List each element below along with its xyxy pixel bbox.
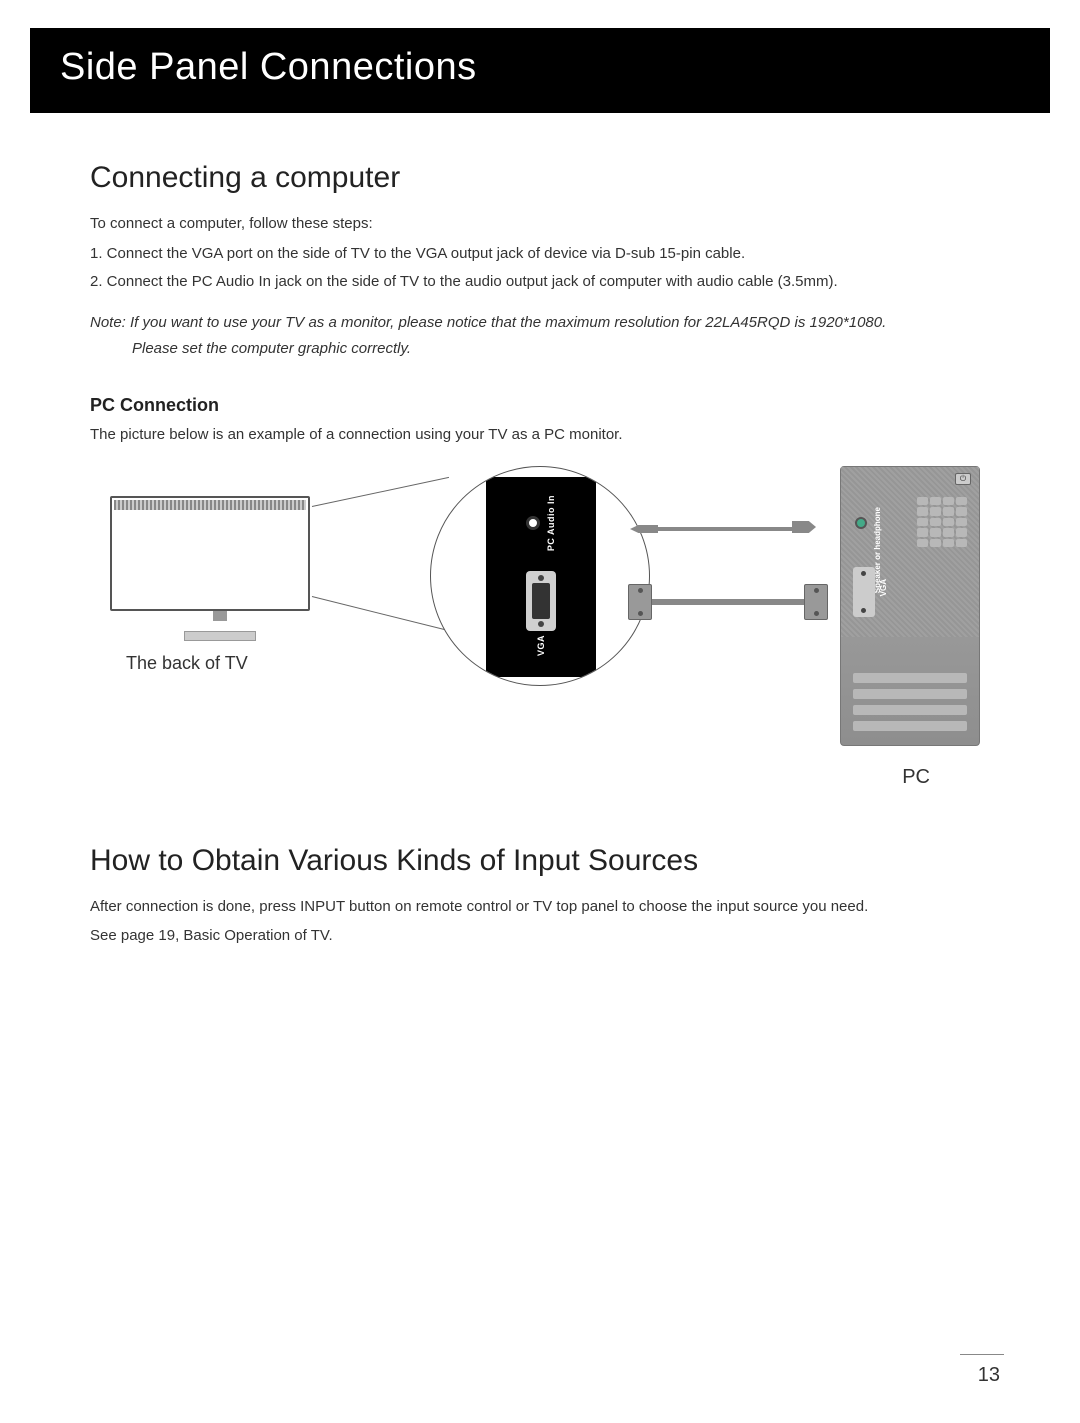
page-number: 13 xyxy=(978,1364,1000,1387)
pc-expansion-slots-icon xyxy=(853,673,967,731)
page-content: Connecting a computer To connect a compu… xyxy=(0,161,1080,947)
section-connecting-heading: Connecting a computer xyxy=(90,161,990,195)
input-sources-p2: See page 19, Basic Operation of TV. xyxy=(90,925,990,948)
tv-side-panel: PC Audio In VGA xyxy=(486,477,596,677)
steps-list: 1. Connect the VGA port on the side of T… xyxy=(90,242,990,294)
tv-caption: The back of TV xyxy=(110,653,330,674)
audio-cable-end-icon xyxy=(792,521,816,533)
vga-cable-icon xyxy=(652,599,812,605)
pc-audio-in-port: PC Audio In xyxy=(526,495,556,551)
vga-port: VGA xyxy=(526,571,556,656)
power-icon: ⏻ xyxy=(955,473,971,485)
pc-caption: PC xyxy=(902,766,930,789)
pc-vent-icon xyxy=(917,497,967,547)
pc-audio-jack-icon xyxy=(855,517,867,529)
audio-cable-icon xyxy=(630,522,800,536)
pc-tower-illustration: ⏻ Speaker or headphone VGA xyxy=(840,466,980,746)
page-header: Side Panel Connections xyxy=(30,28,1050,113)
pc-connection-desc: The picture below is an example of a con… xyxy=(90,424,990,447)
pc-audio-label: PC Audio In xyxy=(546,495,556,551)
intro-text: To connect a computer, follow these step… xyxy=(90,213,990,236)
tv-illustration: The back of TV xyxy=(110,496,330,656)
pc-vga-port-icon xyxy=(853,567,875,617)
note-line-2: Please set the computer graphic correctl… xyxy=(90,338,990,361)
zoom-line-icon xyxy=(312,477,449,507)
tv-stand-icon xyxy=(185,611,255,641)
page-title: Side Panel Connections xyxy=(60,46,1020,89)
audio-jack-icon xyxy=(526,516,540,530)
connection-diagram: The back of TV PC Audio In VGA xyxy=(90,466,990,796)
pc-vga-label: VGA xyxy=(879,579,888,596)
note-line-1: Note: If you want to use your TV as a mo… xyxy=(90,312,990,335)
step-2: 2. Connect the PC Audio In jack on the s… xyxy=(90,270,990,294)
step-1: 1. Connect the VGA port on the side of T… xyxy=(90,242,990,266)
vga-pins-icon xyxy=(532,583,550,619)
pc-connection-heading: PC Connection xyxy=(90,395,990,416)
zoom-detail-circle: PC Audio In VGA xyxy=(430,466,650,686)
section-input-sources-heading: How to Obtain Various Kinds of Input Sou… xyxy=(90,844,990,878)
vga-connector-icon xyxy=(526,571,556,631)
input-sources-p1: After connection is done, press INPUT bu… xyxy=(90,896,990,919)
zoom-line-icon xyxy=(312,596,448,631)
vga-label: VGA xyxy=(536,635,546,656)
tv-screen-icon xyxy=(110,496,310,611)
vga-plug-right-icon xyxy=(804,584,836,620)
